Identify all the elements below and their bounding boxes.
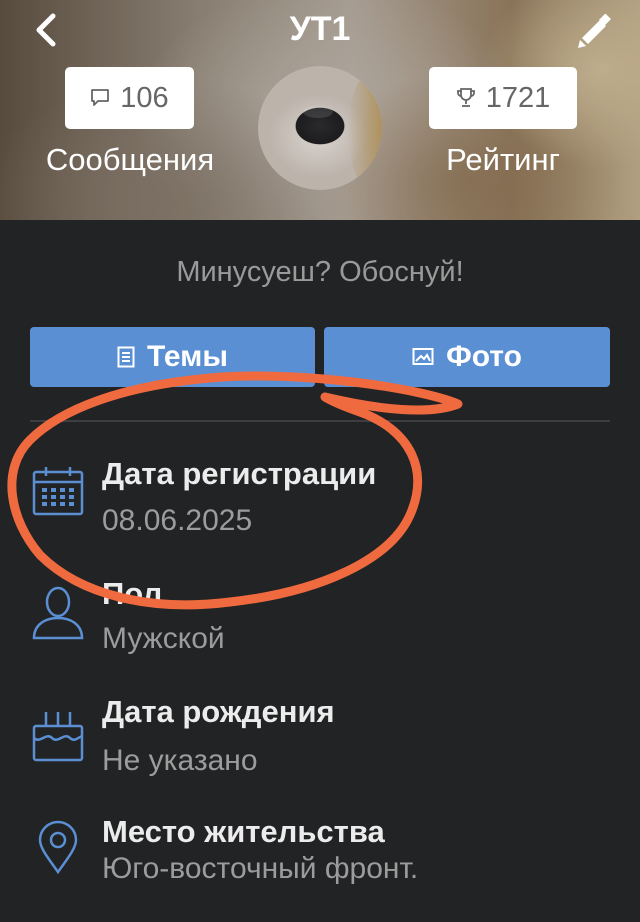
birth-date-label: Дата рождения bbox=[102, 694, 335, 729]
pencil-icon bbox=[578, 14, 612, 48]
user-status: Минусуеш? Обоснуй! bbox=[176, 256, 464, 288]
rating-count: 1721 bbox=[485, 81, 551, 114]
topics-button[interactable]: Темы bbox=[30, 327, 315, 387]
speech-bubble-icon bbox=[91, 89, 110, 106]
birth-date-value: Не указано bbox=[102, 744, 258, 777]
registration-date-label: Дата регистрации bbox=[102, 456, 377, 491]
avatar[interactable] bbox=[258, 66, 382, 190]
messages-count: 106 bbox=[120, 81, 169, 114]
gender-value: Мужской bbox=[102, 622, 225, 655]
messages-counter[interactable]: 106 bbox=[65, 67, 194, 129]
gender-label: Пол bbox=[102, 576, 163, 611]
info-row-birth-date: Дата рождения Не указано bbox=[0, 692, 640, 802]
trophy-icon bbox=[456, 88, 475, 107]
calendar-icon bbox=[32, 467, 84, 516]
location-pin-icon bbox=[38, 820, 78, 875]
edit-button[interactable] bbox=[570, 10, 618, 54]
rating-label: Рейтинг bbox=[446, 142, 560, 177]
info-row-registration-date: Дата регистрации 08.06.2025 bbox=[0, 450, 640, 560]
photos-button-label: Фото bbox=[446, 340, 522, 373]
info-row-gender: Пол Мужской bbox=[0, 574, 640, 684]
document-icon bbox=[117, 346, 135, 368]
divider bbox=[30, 420, 610, 422]
topics-button-label: Темы bbox=[147, 340, 228, 373]
image-icon bbox=[412, 348, 434, 365]
photos-button[interactable]: Фото bbox=[324, 327, 610, 387]
messages-label: Сообщения bbox=[45, 142, 215, 177]
registration-date-value: 08.06.2025 bbox=[102, 504, 253, 537]
page-title: УТ1 bbox=[289, 10, 351, 48]
back-button[interactable] bbox=[26, 10, 66, 50]
chevron-left-icon bbox=[36, 13, 56, 47]
location-label: Место жительства bbox=[102, 814, 385, 849]
user-icon bbox=[32, 586, 84, 640]
rating-counter[interactable]: 1721 bbox=[429, 67, 577, 129]
location-value: Юго-восточный фронт. bbox=[102, 852, 419, 885]
cake-icon bbox=[32, 712, 84, 762]
info-row-location: Место жительства Юго-восточный фронт. bbox=[0, 812, 640, 922]
profile-header: УТ1 106 Сообщения 1721 Рейтинг bbox=[0, 0, 640, 220]
